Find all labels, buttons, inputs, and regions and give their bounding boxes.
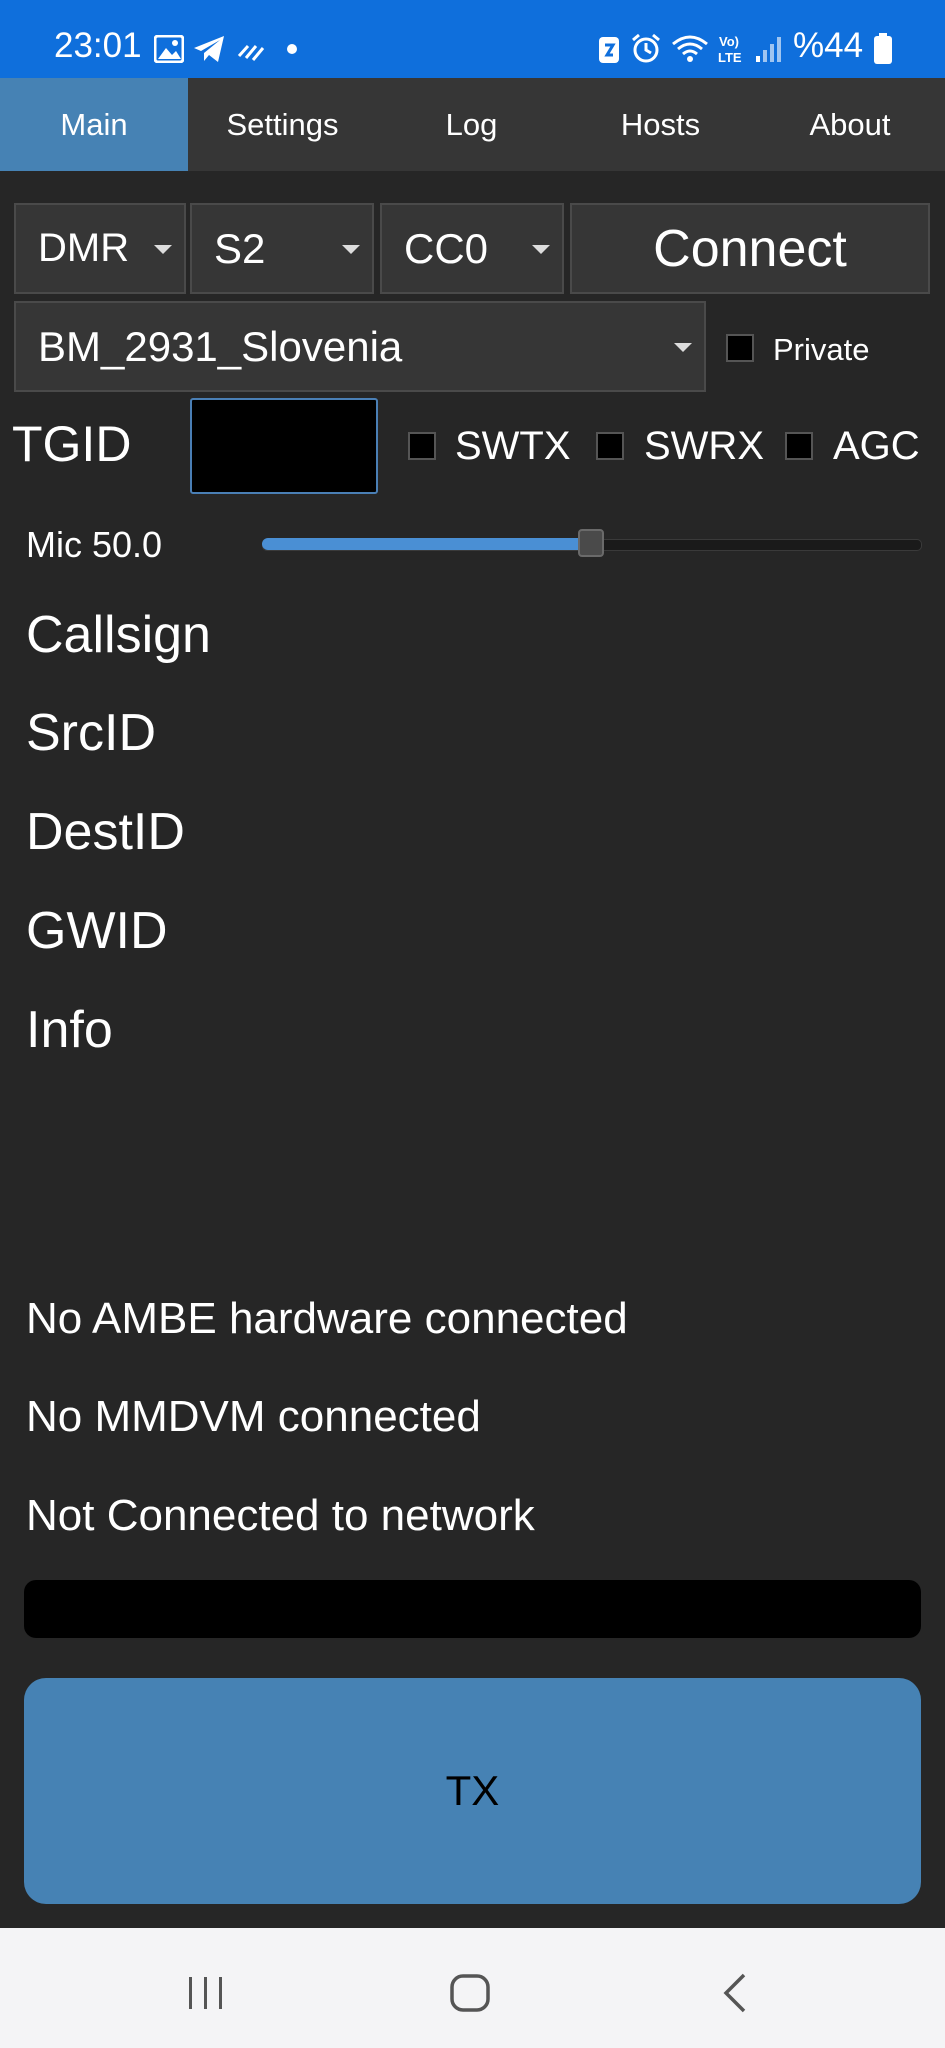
tgid-label: TGID	[12, 416, 132, 472]
mic-label: Mic 50.0	[26, 524, 163, 565]
swtx-label: SWTX	[455, 424, 571, 468]
battery-icon	[874, 33, 892, 64]
mode-select[interactable]: DMR	[14, 203, 186, 294]
telegram-icon	[194, 36, 224, 62]
destid-label: DestID	[26, 803, 185, 861]
tx-button[interactable]: TX	[24, 1678, 921, 1904]
tab-hosts[interactable]: Hosts	[566, 78, 755, 171]
svg-text:Vo): Vo)	[719, 34, 739, 49]
svg-text:LTE: LTE	[718, 50, 742, 65]
slot-select[interactable]: S2	[190, 203, 374, 294]
network-status: Not Connected to network	[26, 1491, 535, 1540]
srcid-label: SrcID	[26, 704, 156, 762]
battery-percentage: %44	[793, 26, 864, 65]
image-icon	[154, 35, 184, 63]
agc-label: AGC	[833, 424, 920, 468]
audio-level-bar	[24, 1580, 921, 1638]
swtx-checkbox[interactable]	[408, 432, 436, 460]
signal-icon	[756, 37, 781, 62]
gwid-label: GWID	[26, 902, 168, 960]
ambe-status: No AMBE hardware connected	[26, 1294, 628, 1343]
recent-apps-icon[interactable]	[186, 1975, 226, 2011]
tab-log[interactable]: Log	[377, 78, 566, 171]
agc-checkbox[interactable]	[785, 432, 813, 460]
mic-slider-fill	[262, 538, 591, 550]
connect-button[interactable]: Connect	[570, 203, 930, 294]
private-checkbox[interactable]	[726, 334, 754, 362]
swrx-checkbox[interactable]	[596, 432, 624, 460]
tab-about[interactable]: About	[755, 78, 945, 171]
alarm-icon	[632, 33, 660, 63]
tab-main[interactable]: Main	[0, 78, 188, 171]
tgid-input[interactable]	[190, 398, 378, 494]
back-icon[interactable]	[720, 1972, 750, 2014]
dot-icon	[287, 44, 297, 54]
info-label: Info	[26, 1001, 113, 1059]
wifi-icon	[672, 35, 708, 62]
color-code-value: CC0	[404, 224, 489, 272]
chevron-down-icon	[342, 244, 360, 254]
mmdvm-status: No MMDVM connected	[26, 1392, 481, 1441]
chevron-down-icon	[532, 244, 550, 254]
swrx-label: SWRX	[644, 424, 764, 468]
color-code-select[interactable]: CC0	[380, 203, 564, 294]
battery-saver-icon	[599, 37, 619, 63]
callsign-label: Callsign	[26, 606, 211, 664]
tab-bar: Main Settings Log Hosts About	[0, 78, 945, 171]
status-time: 23:01	[54, 26, 142, 65]
chevron-down-icon	[154, 244, 172, 254]
volte-icon: Vo) LTE	[718, 34, 742, 65]
home-icon[interactable]	[449, 1973, 491, 2013]
app-icon	[237, 44, 265, 61]
mic-slider-handle[interactable]	[578, 529, 604, 557]
tab-settings[interactable]: Settings	[188, 78, 377, 171]
private-label: Private	[773, 332, 870, 367]
host-select[interactable]: BM_2931_Slovenia	[14, 301, 706, 392]
host-value: BM_2931_Slovenia	[38, 322, 403, 370]
slot-value: S2	[214, 224, 266, 272]
mode-value: DMR	[38, 226, 130, 270]
chevron-down-icon	[674, 342, 692, 352]
